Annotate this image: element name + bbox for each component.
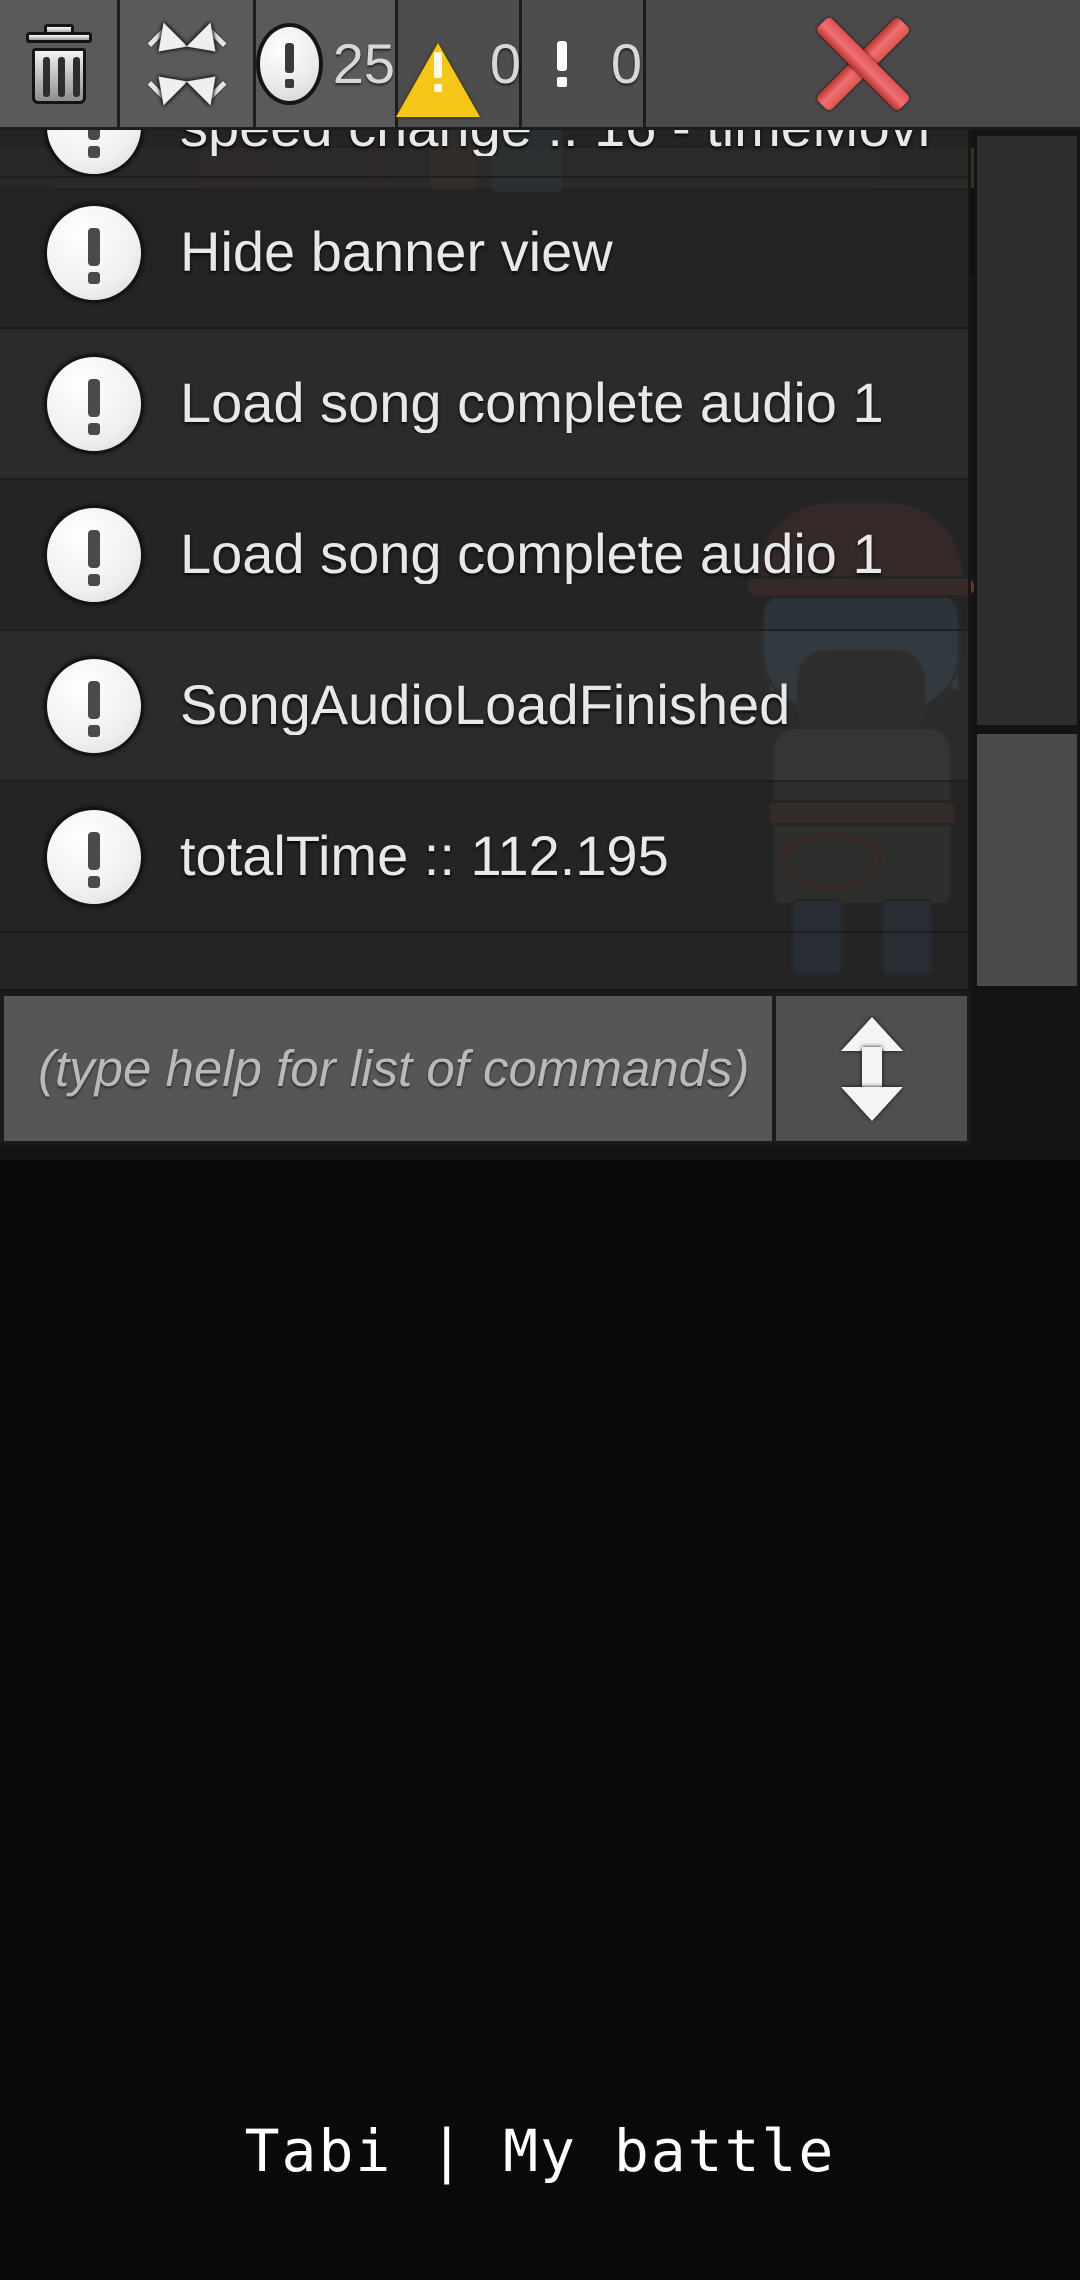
log-row[interactable]: SongAudioLoadFinished: [0, 631, 968, 782]
info-circle-icon: [44, 504, 144, 605]
trash-icon: [25, 23, 92, 104]
info-circle-icon: [44, 655, 144, 756]
info-filter-button[interactable]: 25: [256, 0, 398, 130]
error-count: 0: [610, 31, 643, 95]
log-row-text: totalTime :: 112.195: [180, 827, 669, 886]
warning-triangle-icon: [395, 25, 480, 117]
log-row[interactable]: Load song complete audio 1: [0, 329, 968, 480]
hud-song-line: Tabi | My battle: [244, 2117, 836, 2186]
log-row-text: Hide banner view: [180, 223, 613, 282]
clear-log-button[interactable]: [0, 0, 120, 130]
close-console-button[interactable]: [646, 0, 1080, 130]
log-row[interactable]: Hide banner view: [0, 178, 968, 329]
command-input-placeholder: (type help for list of commands): [38, 1040, 750, 1097]
debug-console: 25 0 0 Hide banner view Load song comple…: [0, 0, 1080, 1145]
log-list[interactable]: speed change :: 16 - timeMovi Hide banne…: [0, 130, 971, 992]
info-count: 25: [332, 31, 395, 95]
log-row[interactable]: totalTime :: 112.195: [0, 782, 968, 933]
info-circle-icon: [44, 130, 144, 176]
console-toolbar: 25 0 0: [0, 0, 1080, 130]
info-circle-icon: [44, 806, 144, 907]
error-filter-button[interactable]: 0: [522, 0, 646, 130]
info-circle-icon: [44, 202, 144, 303]
screen: 25 0 0 Hide banner view Load song comple…: [0, 0, 1080, 2280]
log-row[interactable]: Load song complete audio 1: [0, 480, 968, 631]
command-bar: (type help for list of commands): [0, 992, 971, 1145]
command-input[interactable]: (type help for list of commands): [0, 992, 776, 1145]
error-octagon-icon: [523, 25, 601, 103]
side-panel-upper: [974, 133, 1080, 728]
warning-count: 0: [489, 31, 522, 95]
game-hud: Tabi | My battle Score:0 | Misses:0 | Ac…: [0, 1960, 1080, 2220]
log-row[interactable]: speed change :: 16 - timeMovi: [0, 130, 968, 178]
info-circle-icon: [256, 22, 323, 105]
log-row-text: speed change :: 16 - timeMovi: [180, 130, 930, 156]
resize-vertical-icon: [840, 1016, 904, 1121]
collapse-console-button[interactable]: [120, 0, 256, 130]
info-circle-icon: [44, 353, 144, 454]
side-panel-lower: [974, 731, 1080, 989]
log-row-text: SongAudioLoadFinished: [180, 676, 791, 735]
collapse-arrows-icon: [144, 21, 230, 107]
warning-filter-button[interactable]: 0: [395, 0, 522, 130]
log-row-text: Load song complete audio 1: [180, 525, 884, 584]
close-x-icon: [808, 9, 918, 119]
log-row-text: Load song complete audio 1: [180, 374, 884, 433]
console-resize-handle[interactable]: [776, 992, 971, 1145]
